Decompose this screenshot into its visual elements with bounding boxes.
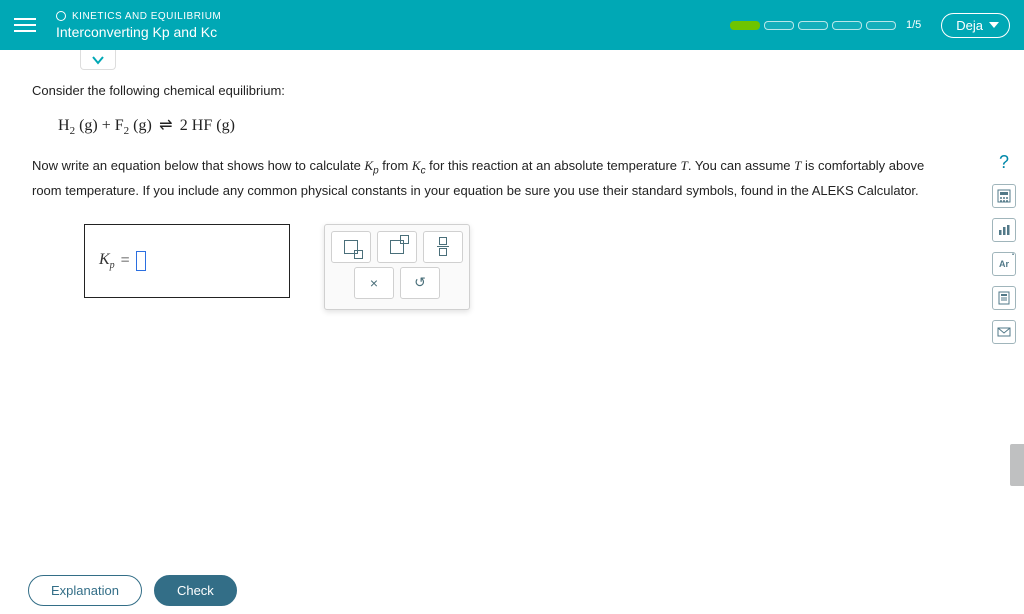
help-button[interactable]: ?	[992, 150, 1016, 174]
header: KINETICS AND EQUILIBRIUM Interconverting…	[0, 0, 1024, 50]
progress-seg	[730, 21, 760, 30]
question-prompt: Now write an equation below that shows h…	[32, 155, 952, 202]
message-button[interactable]	[992, 320, 1016, 344]
chemical-equation: H2 (g) + F2 (g) ⇌ 2 HF (g)	[58, 112, 952, 141]
progress-seg	[798, 21, 828, 30]
progress-seg	[866, 21, 896, 30]
progress-bar: 1/5	[730, 19, 921, 31]
superscript-tool[interactable]	[377, 231, 417, 263]
progress-label: 1/5	[906, 19, 921, 31]
topic-icon	[56, 11, 66, 21]
user-name: Deja	[956, 18, 983, 33]
clear-button[interactable]: ×	[354, 267, 394, 299]
answer-input-box[interactable]: Kp =	[84, 224, 290, 298]
fraction-tool[interactable]	[423, 231, 463, 263]
notes-button[interactable]	[992, 286, 1016, 310]
question-intro: Consider the following chemical equilibr…	[32, 80, 952, 102]
input-cursor	[136, 251, 146, 271]
menu-icon[interactable]	[14, 14, 36, 36]
check-button[interactable]: Check	[154, 575, 237, 606]
progress-seg	[832, 21, 862, 30]
side-handle[interactable]	[1010, 444, 1024, 486]
subscript-tool[interactable]	[331, 231, 371, 263]
user-menu-button[interactable]: Deja	[941, 13, 1010, 38]
subtopic-label: Interconverting Kp and Kc	[56, 24, 710, 40]
periodic-table-button[interactable]: ▪ Ar	[992, 252, 1016, 276]
side-toolbar: ? ▪ Ar	[984, 150, 1024, 344]
topic-label: KINETICS AND EQUILIBRIUM	[72, 11, 221, 22]
chevron-down-icon	[989, 22, 999, 28]
equation-palette: × ↺	[324, 224, 470, 310]
explanation-button[interactable]: Explanation	[28, 575, 142, 606]
reset-button[interactable]: ↺	[400, 267, 440, 299]
data-button[interactable]	[992, 218, 1016, 242]
progress-seg	[764, 21, 794, 30]
title-block: KINETICS AND EQUILIBRIUM Interconverting…	[56, 11, 710, 40]
calculator-button[interactable]	[992, 184, 1016, 208]
